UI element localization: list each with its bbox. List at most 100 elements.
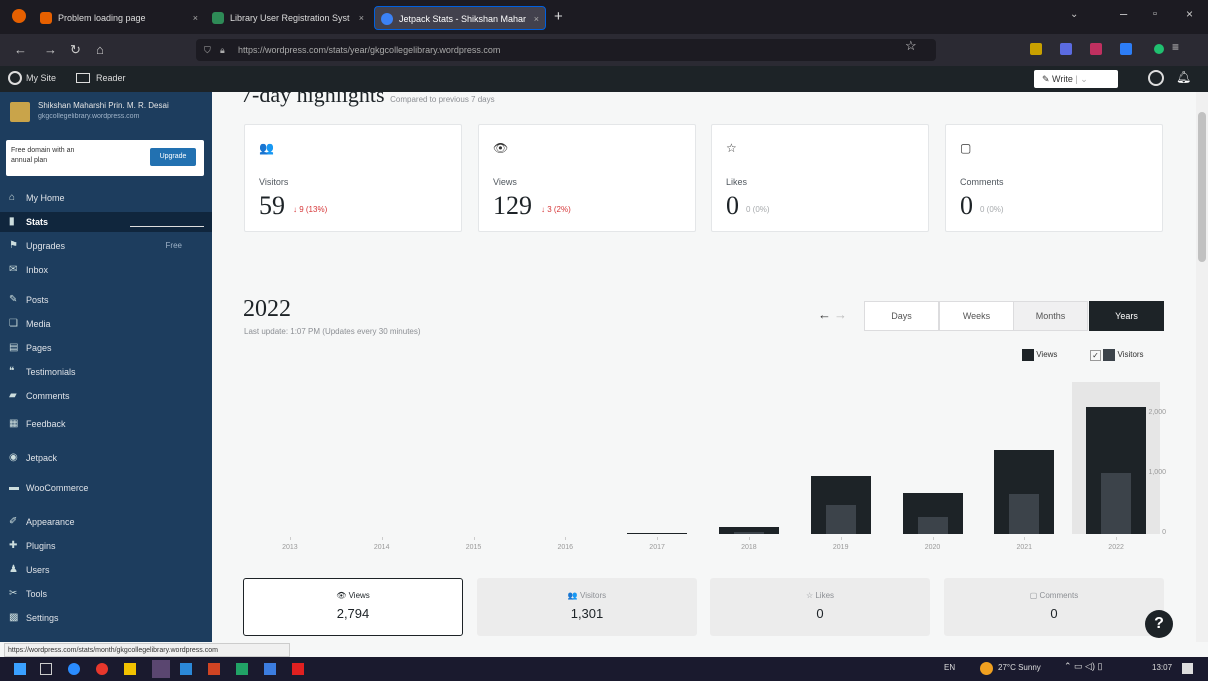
notification-center-icon[interactable] bbox=[1182, 663, 1193, 674]
upgrades-icon: ⚑ bbox=[9, 240, 18, 251]
sidebar-item-media[interactable]: ❏ Media bbox=[0, 314, 212, 334]
highlight-card-visitors[interactable]: 👥 Visitors 59 ↓ 9 (13%) bbox=[244, 124, 462, 232]
taskbar-app-icon[interactable] bbox=[124, 663, 136, 675]
close-icon[interactable]: × bbox=[534, 7, 539, 29]
sidebar-item-feedback[interactable]: ▦ Feedback bbox=[0, 414, 212, 434]
forward-arrow-icon[interactable]: → bbox=[44, 34, 57, 66]
segment-days[interactable]: Days bbox=[864, 301, 939, 331]
extension-icon[interactable] bbox=[1060, 43, 1072, 55]
comments-icon: ▢ bbox=[1029, 591, 1040, 600]
tab-library-registration[interactable]: Library User Registration Syst × bbox=[206, 6, 370, 30]
task-view-icon[interactable] bbox=[40, 663, 52, 675]
url-bar[interactable]: ⛉ 🔒︎ https://wordpress.com/stats/year/gk… bbox=[196, 39, 936, 61]
stat-tab-likes[interactable]: ☆ Likes 0 bbox=[710, 578, 930, 636]
firefox-icon[interactable] bbox=[12, 9, 26, 23]
sidebar-item-label: Inbox bbox=[26, 265, 49, 275]
taskbar-app-icon[interactable] bbox=[96, 663, 108, 675]
visitors-icon: 👥 bbox=[259, 141, 274, 155]
sidebar-item-stats[interactable]: ▮ Stats bbox=[0, 212, 212, 232]
weather-text[interactable]: 27°C Sunny bbox=[998, 663, 1041, 672]
close-icon[interactable]: × bbox=[193, 6, 198, 30]
wordpress-logo-icon[interactable] bbox=[8, 71, 22, 85]
site-name[interactable]: Shikshan Maharshi Prin. M. R. Desai bbox=[38, 101, 208, 110]
stat-tab-visitors[interactable]: 👥 Visitors 1,301 bbox=[477, 578, 697, 636]
taskbar-app-icon[interactable] bbox=[264, 663, 276, 675]
prev-period-arrow-icon[interactable]: ← bbox=[818, 307, 831, 322]
windows-start-icon[interactable] bbox=[14, 663, 26, 675]
profile-icon[interactable] bbox=[1148, 70, 1164, 86]
highlight-label: Likes bbox=[726, 177, 748, 187]
sidebar-item-upgrades[interactable]: ⚑ Upgrades Free bbox=[0, 236, 212, 256]
segment-weeks[interactable]: Weeks bbox=[939, 301, 1014, 331]
extension-icon[interactable] bbox=[1090, 43, 1102, 55]
clock[interactable]: 13:07 bbox=[1152, 663, 1172, 672]
close-icon[interactable]: × bbox=[359, 6, 364, 30]
notifications-bell-icon[interactable]: 🔔︎ bbox=[1176, 70, 1191, 84]
visitors-bar-2020[interactable] bbox=[917, 517, 948, 534]
scrollbar-thumb[interactable] bbox=[1198, 112, 1206, 262]
upgrade-button[interactable]: Upgrade bbox=[150, 148, 196, 166]
back-arrow-icon[interactable]: ← bbox=[14, 34, 27, 66]
stat-tab-label: ☆ Likes bbox=[711, 591, 929, 600]
visitors-checkbox[interactable]: ✓ bbox=[1090, 349, 1101, 361]
language-indicator[interactable]: EN bbox=[944, 663, 955, 672]
stat-tab-views[interactable]: 👁 Views 2,794 bbox=[243, 578, 463, 636]
visitors-bar-2022[interactable] bbox=[1101, 473, 1132, 534]
segment-months[interactable]: Months bbox=[1013, 301, 1088, 331]
views-bar-2017[interactable] bbox=[627, 533, 688, 534]
visitors-bar-2021[interactable] bbox=[1009, 494, 1040, 534]
account-icon[interactable] bbox=[1154, 44, 1164, 54]
sidebar-item-testimonials[interactable]: ❝ Testimonials bbox=[0, 362, 212, 382]
window-close-button[interactable]: × bbox=[1186, 7, 1193, 21]
sidebar-item-pages[interactable]: ▤ Pages bbox=[0, 338, 212, 358]
highlight-card-likes[interactable]: ☆ Likes 0 0 (0%) bbox=[711, 124, 929, 232]
extension-icon[interactable] bbox=[1120, 43, 1132, 55]
taskbar-app-icon[interactable] bbox=[208, 663, 220, 675]
system-tray-icons[interactable]: ⌃ ▭ ◁) ▯ bbox=[1064, 661, 1102, 672]
menu-icon[interactable]: ≡ bbox=[1172, 40, 1179, 54]
list-tabs-icon[interactable]: ⌄ bbox=[1070, 9, 1078, 20]
stat-tab-comments[interactable]: ▢ Comments 0 bbox=[944, 578, 1164, 636]
page-scrollbar[interactable] bbox=[1196, 92, 1208, 642]
tab-problem-loading[interactable]: Problem loading page × bbox=[34, 6, 204, 30]
taskbar-app-icon[interactable] bbox=[180, 663, 192, 675]
write-button[interactable]: ✎ Write | ⌄ bbox=[1034, 70, 1118, 88]
segment-years[interactable]: Years bbox=[1089, 301, 1164, 331]
visitors-bar-2019[interactable] bbox=[825, 505, 856, 534]
sidebar-item-tools[interactable]: ✂ Tools bbox=[0, 584, 212, 604]
taskbar-app-icon[interactable] bbox=[236, 663, 248, 675]
help-button[interactable]: ? bbox=[1145, 610, 1173, 638]
maximize-button[interactable]: ▫ bbox=[1153, 8, 1157, 20]
legend-visitors-label: Visitors bbox=[1117, 350, 1144, 360]
reload-icon[interactable]: ↻ bbox=[70, 34, 81, 66]
sidebar-item-jetpack[interactable]: ◉ Jetpack bbox=[0, 448, 212, 468]
extension-icon[interactable] bbox=[1030, 43, 1042, 55]
highlight-card-comments[interactable]: ▢ Comments 0 0 (0%) bbox=[945, 124, 1163, 232]
extensions-area[interactable]: ≡ bbox=[1030, 40, 1180, 57]
tab-jetpack-stats[interactable]: Jetpack Stats - Shikshan Mahar × bbox=[374, 6, 546, 30]
bookmark-star-icon[interactable]: ☆ bbox=[905, 38, 917, 54]
new-tab-button[interactable]: + bbox=[554, 8, 563, 25]
sidebar-item-plugins[interactable]: ✚ Plugins bbox=[0, 536, 212, 556]
visitors-bar-2018[interactable] bbox=[733, 531, 764, 534]
sidebar-item-posts[interactable]: ✎ Posts bbox=[0, 290, 212, 310]
sidebar-item-inbox[interactable]: ✉ Inbox bbox=[0, 260, 212, 280]
reader-link[interactable]: Reader bbox=[96, 73, 126, 83]
taskbar-app-icon[interactable] bbox=[68, 663, 80, 675]
home-icon[interactable]: ⌂ bbox=[96, 34, 104, 66]
taskbar-app-icon[interactable] bbox=[292, 663, 304, 675]
sidebar-item-settings[interactable]: ▩ Settings bbox=[0, 608, 212, 628]
legend-visitors[interactable]: ✓ Visitors bbox=[1090, 349, 1144, 361]
sidebar-item-appearance[interactable]: ✐ Appearance bbox=[0, 512, 212, 532]
minimize-button[interactable]: – bbox=[1120, 6, 1127, 21]
sidebar-item-users[interactable]: ♟ Users bbox=[0, 560, 212, 580]
sidebar-item-woocommerce[interactable]: ▬ WooCommerce bbox=[0, 478, 212, 498]
sidebar-item-my-home[interactable]: ⌂ My Home bbox=[0, 188, 212, 208]
sidebar-item-comments[interactable]: ▰ Comments bbox=[0, 386, 212, 406]
my-site-link[interactable]: My Site bbox=[26, 73, 56, 83]
site-icon[interactable] bbox=[10, 102, 30, 122]
taskbar-app-icon[interactable] bbox=[152, 660, 170, 678]
highlight-card-views[interactable]: 👁 Views 129 ↓ 3 (2%) bbox=[478, 124, 696, 232]
legend-visitors-swatch bbox=[1103, 349, 1116, 361]
sidebar-item-label: Comments bbox=[26, 391, 70, 401]
